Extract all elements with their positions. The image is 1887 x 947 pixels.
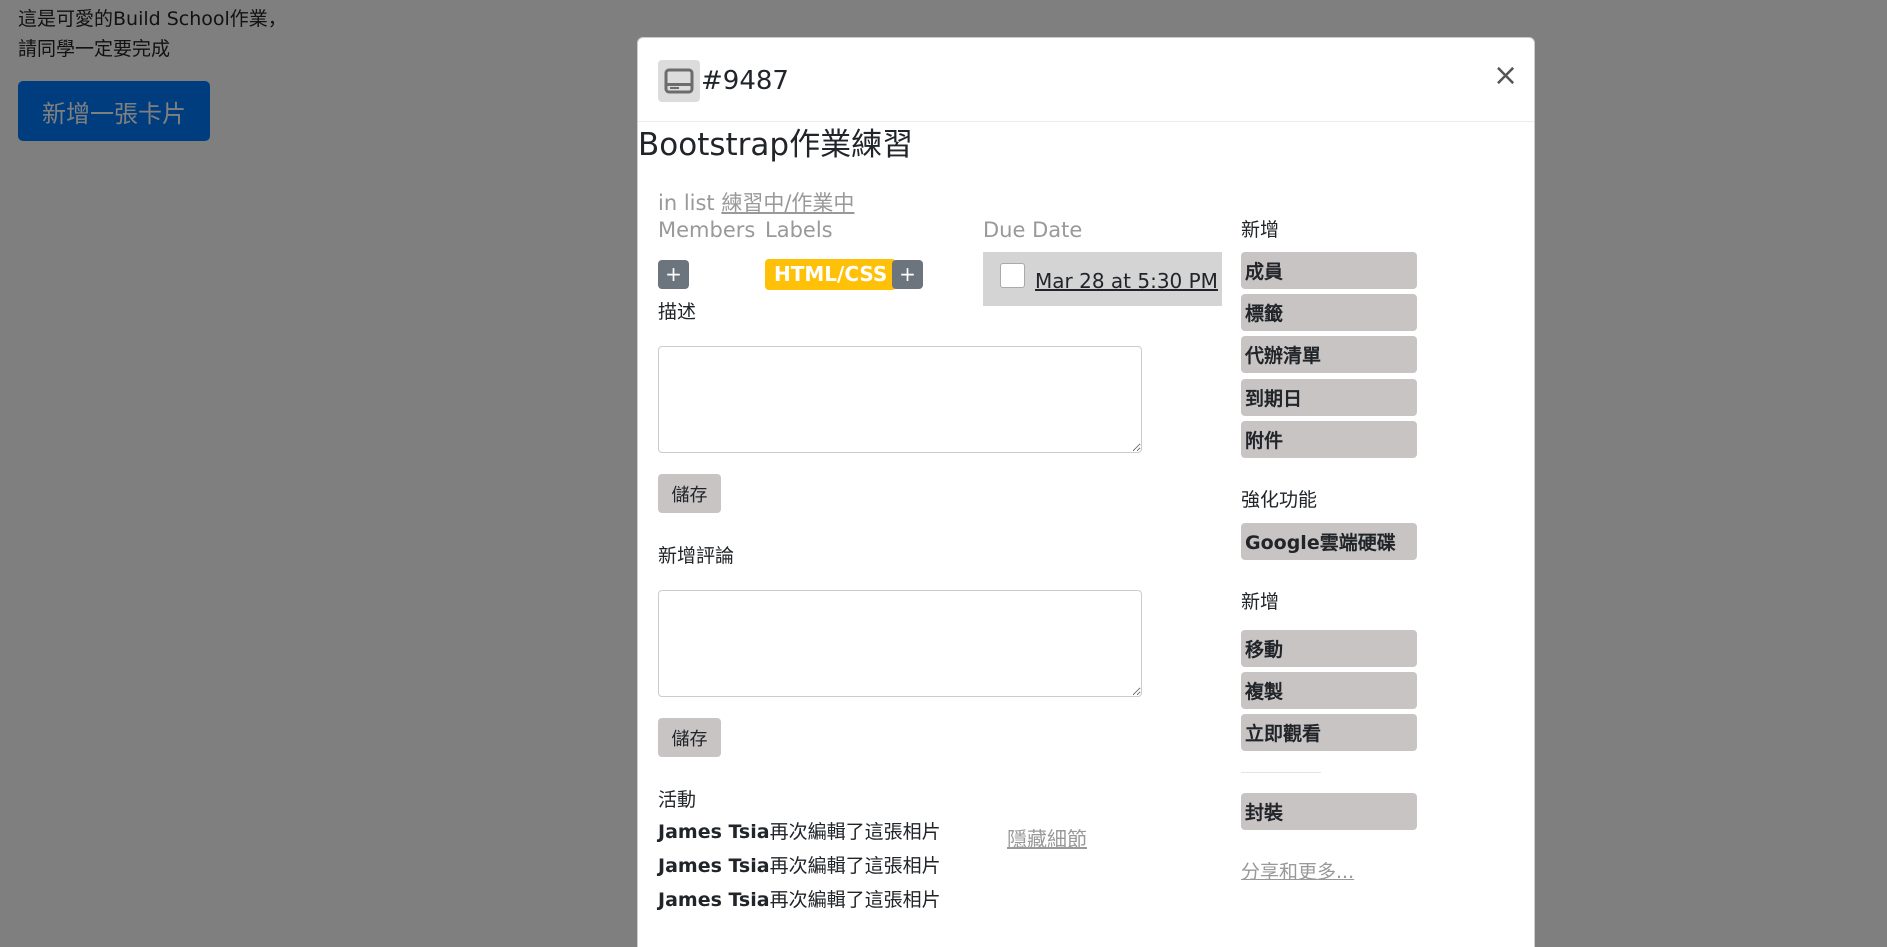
hide-details-link[interactable]: 隱藏細節 [1007,823,1087,855]
activity-label: 活動 [658,789,697,811]
activity-action: 再次編輯了這張相片 [769,855,941,877]
card-id: #9487 [701,66,789,96]
activity-action: 再次編輯了這張相片 [769,821,941,843]
sidebar-checklist-button[interactable]: 代辦清單 [1241,336,1417,373]
sidebar-due-date-button[interactable]: 到期日 [1241,379,1417,416]
sidebar-copy-button[interactable]: 複製 [1241,672,1417,709]
share-more-link[interactable]: 分享和更多... [1241,857,1354,884]
label-tag[interactable]: HTML/CSS [765,259,897,290]
sidebar-move-button[interactable]: 移動 [1241,630,1417,667]
sidebar-add-heading: 新增 [1241,219,1280,241]
sidebar-attachment-button[interactable]: 附件 [1241,421,1417,458]
sidebar-actions-heading: 新增 [1241,591,1280,613]
activity-user: James Tsia [658,889,770,911]
activity-user: James Tsia [658,855,770,877]
activity-user: James Tsia [658,821,770,843]
activity-item: James Tsia再次編輯了這張相片 [658,850,941,882]
description-textarea[interactable] [658,346,1142,453]
sidebar-watch-button[interactable]: 立即觀看 [1241,714,1417,751]
card-detail-modal: #9487 × Bootstrap作業練習 in list 練習中/作業中 Me… [637,37,1535,947]
sidebar-google-drive-button[interactable]: Google雲端硬碟 [1241,523,1417,560]
activity-item: James Tsia再次編輯了這張相片 [658,816,941,848]
sidebar-archive-button[interactable]: 封裝 [1241,793,1417,830]
in-list: in list 練習中/作業中 [658,188,854,218]
sidebar-powerups-heading: 強化功能 [1241,489,1318,511]
members-label: Members [658,218,756,242]
due-date-box: Mar 28 at 5:30 PM [983,252,1222,306]
sidebar-members-button[interactable]: 成員 [1241,252,1417,289]
due-date-value[interactable]: Mar 28 at 5:30 PM [1035,269,1218,293]
comment-textarea[interactable] [658,590,1142,697]
in-list-prefix: in list [658,191,722,215]
description-label: 描述 [658,301,697,323]
close-icon[interactable]: × [1493,60,1518,92]
comment-label: 新增評論 [658,545,735,567]
sidebar-labels-button[interactable]: 標籤 [1241,294,1417,331]
add-member-button[interactable]: + [658,260,689,289]
sidebar-divider [1241,772,1321,773]
due-date-label: Due Date [983,218,1083,242]
activity-action: 再次編輯了這張相片 [769,889,941,911]
list-name-link[interactable]: 練習中/作業中 [721,191,854,215]
add-label-button[interactable]: + [892,260,923,289]
save-description-button[interactable]: 儲存 [658,474,721,513]
activity-item: James Tsia再次編輯了這張相片 [658,884,941,916]
card-icon [658,60,700,102]
save-comment-button[interactable]: 儲存 [658,718,721,757]
due-date-checkbox[interactable] [1000,262,1025,288]
modal-header: #9487 × [638,38,1534,122]
labels-label: Labels [765,218,833,242]
card-title: Bootstrap作業練習 [638,127,914,163]
